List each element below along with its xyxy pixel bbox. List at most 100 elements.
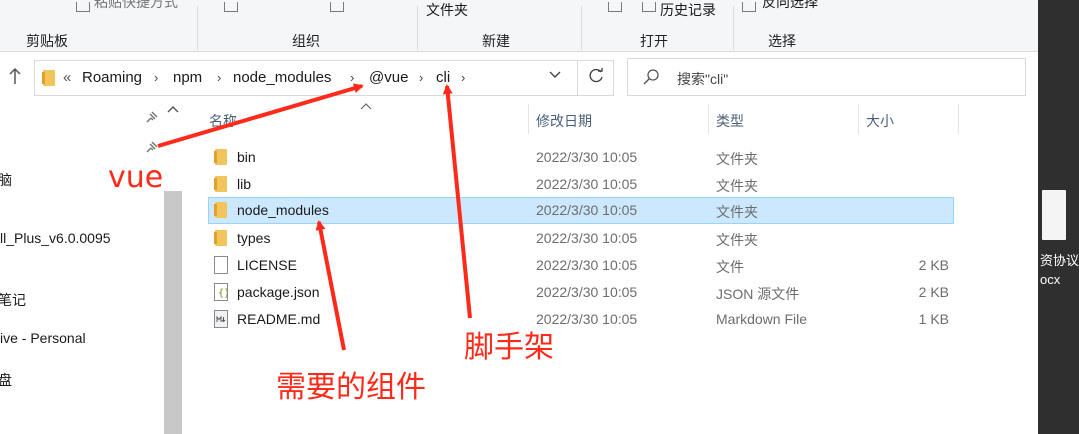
history-icon (642, 2, 656, 12)
move-to-icon[interactable] (224, 2, 238, 12)
document-icon[interactable] (1042, 190, 1066, 240)
search-icon (642, 68, 660, 89)
folder-icon (214, 230, 227, 246)
search-placeholder: 搜索"cli" (677, 71, 729, 87)
file-date: 2022/3/30 10:05 (536, 202, 638, 218)
ribbon-group-open: 历史记录 打开 (582, 0, 734, 52)
file-date: 2022/3/30 10:05 (536, 230, 638, 246)
file-name: bin (237, 149, 256, 165)
file-row-lib[interactable]: lib 2022/3/30 10:05 文件夹 (208, 171, 954, 198)
history-button[interactable]: 历史记录 (660, 0, 716, 20)
file-date: 2022/3/30 10:05 (536, 257, 638, 273)
file-name: types (237, 230, 271, 246)
file-size: 1 KB (918, 311, 949, 327)
search-input[interactable]: 搜索"cli" (627, 58, 1026, 96)
column-header-name[interactable]: 名称 (209, 111, 237, 131)
up-arrow-icon[interactable] (8, 67, 26, 87)
breadcrumb-node-modules[interactable]: node_modules (233, 69, 331, 86)
folder-icon (214, 202, 227, 218)
ribbon-group-label: 新建 (482, 33, 510, 49)
file-row-license[interactable]: LICENSE 2022/3/30 10:05 文件 2 KB (208, 252, 954, 279)
file-name: README.md (237, 311, 321, 327)
refresh-button[interactable] (578, 60, 614, 96)
breadcrumb-roaming[interactable]: Roaming (82, 69, 142, 86)
folder-icon (214, 149, 227, 165)
breadcrumb-cli[interactable]: cli (436, 69, 450, 86)
invert-selection-button[interactable]: 反向选择 (762, 0, 818, 12)
file-type: JSON 源文件 (716, 286, 800, 302)
pin-icon[interactable] (144, 141, 158, 155)
file-type: 文件夹 (716, 178, 758, 194)
pin-icon[interactable] (144, 111, 158, 125)
json-file-icon: {} (214, 283, 228, 301)
ribbon-group-clipboard: 粘贴快捷方式 剪贴板 (0, 0, 198, 52)
file-icon (214, 256, 228, 274)
breadcrumb-npm[interactable]: npm (173, 69, 202, 86)
copy-to-icon[interactable] (330, 2, 344, 12)
ribbon-group-label: 剪贴板 (26, 33, 68, 49)
refresh-icon (587, 67, 605, 90)
properties-icon[interactable] (608, 2, 622, 12)
ribbon-group-organize: 组织 (198, 0, 418, 52)
paste-shortcut-icon (76, 2, 90, 12)
file-row-types[interactable]: types 2022/3/30 10:05 文件夹 (208, 225, 954, 252)
file-row-bin[interactable]: bin 2022/3/30 10:05 文件夹 (208, 144, 954, 171)
file-name: node_modules (237, 202, 329, 218)
annotation-needed-components: 需要的组件 (276, 370, 426, 405)
ribbon-group-label: 选择 (768, 33, 796, 49)
invert-selection-icon (742, 2, 756, 12)
file-date: 2022/3/30 10:05 (536, 149, 638, 165)
nav-item-computer[interactable]: 脑 (0, 170, 12, 190)
file-type: 文件夹 (716, 151, 758, 167)
breadcrumb-vue[interactable]: @vue (369, 69, 408, 86)
file-type: 文件夹 (716, 232, 758, 248)
annotation-vue: vue (108, 160, 164, 195)
chevron-down-icon[interactable] (549, 68, 561, 83)
column-header-size[interactable]: 大小 (866, 111, 894, 131)
scrollbar-thumb[interactable] (164, 191, 182, 434)
file-type: 文件 (716, 259, 744, 275)
nav-item-notes[interactable]: 笔记 (0, 290, 26, 310)
folder-icon (214, 176, 227, 192)
file-type: Markdown File (716, 311, 808, 327)
file-name: package.json (237, 284, 320, 300)
ribbon-group-select: 反向选择 选择 (734, 0, 844, 52)
nav-item-plus[interactable]: ll_Plus_v6.0.0095 (0, 230, 111, 246)
chevron-right-icon[interactable]: › (217, 70, 221, 85)
breadcrumb-overflow[interactable]: « (63, 69, 71, 86)
nav-item-disk[interactable]: 盘 (0, 370, 12, 390)
file-date: 2022/3/30 10:05 (536, 176, 638, 192)
address-row: « Roaming › npm › node_modules › @vue › … (0, 53, 1038, 101)
column-header-type[interactable]: 类型 (716, 111, 744, 131)
column-header-date[interactable]: 修改日期 (536, 111, 592, 131)
navigation-pane: 脑 ll_Plus_v6.0.0095 笔记 ive - Personal 盘 (0, 101, 186, 434)
new-folder-button[interactable]: 文件夹 (426, 0, 468, 20)
ribbon-group-label: 组织 (292, 33, 320, 49)
chevron-right-icon[interactable]: › (154, 70, 158, 85)
annotation-scaffold: 脚手架 (464, 330, 554, 365)
desktop-file-label[interactable]: 资协议 (1040, 250, 1079, 269)
paste-shortcut-button[interactable]: 粘贴快捷方式 (94, 0, 178, 12)
file-type: 文件夹 (716, 204, 758, 220)
file-row-node-modules[interactable]: node_modules 2022/3/30 10:05 文件夹 (208, 197, 954, 224)
file-date: 2022/3/30 10:05 (536, 284, 638, 300)
desktop-background: 资协议 ocx (1038, 0, 1079, 434)
file-name: lib (237, 176, 252, 192)
svg-text:{}: {} (218, 288, 227, 299)
address-bar[interactable]: « Roaming › npm › node_modules › @vue › … (34, 60, 578, 96)
chevron-right-icon[interactable]: › (461, 70, 465, 85)
chevron-right-icon[interactable]: › (350, 70, 354, 85)
file-size: 2 KB (918, 257, 949, 273)
file-size: 2 KB (918, 284, 949, 300)
chevron-right-icon[interactable]: › (419, 70, 423, 85)
nav-item-onedrive[interactable]: ive - Personal (0, 330, 86, 346)
sort-ascending-icon (360, 101, 372, 113)
desktop-file-label[interactable]: ocx (1040, 272, 1060, 287)
file-row-readme[interactable]: README.md 2022/3/30 10:05 Markdown File … (208, 306, 954, 333)
markdown-file-icon (214, 310, 228, 328)
file-row-package-json[interactable]: {} package.json 2022/3/30 10:05 JSON 源文件… (208, 279, 954, 306)
ribbon: 粘贴快捷方式 剪贴板 组织 文件夹 新建 历史记录 打开 反向选择 选择 (0, 0, 1038, 52)
ribbon-group-label: 打开 (640, 33, 668, 49)
scroll-up-button[interactable] (164, 104, 182, 120)
file-name: LICENSE (237, 257, 297, 273)
